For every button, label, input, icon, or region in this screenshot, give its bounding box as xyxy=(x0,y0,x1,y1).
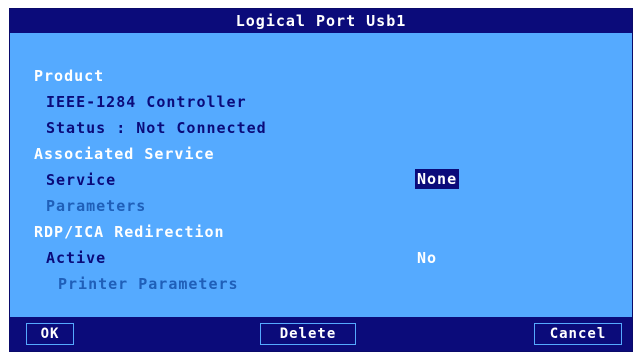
product-status-text: Status : Not Connected xyxy=(46,119,267,137)
delete-button[interactable]: Delete xyxy=(260,323,356,345)
service-value-selected[interactable]: None xyxy=(415,169,460,189)
dialog-footer: OK Delete Cancel xyxy=(10,317,632,351)
product-section-label: Product xyxy=(34,67,105,85)
parameters-label: Parameters xyxy=(46,197,147,215)
product-device-name: IEEE-1284 Controller xyxy=(46,93,247,111)
ok-button[interactable]: OK xyxy=(26,323,74,345)
logical-port-dialog: Logical Port Usb1 Product IEEE-1284 Cont… xyxy=(9,8,633,352)
active-value[interactable]: No xyxy=(417,249,437,267)
service-label: Service xyxy=(46,171,117,189)
service-value-field[interactable]: None xyxy=(415,169,460,189)
dialog-title: Logical Port Usb1 xyxy=(10,9,632,33)
active-label: Active xyxy=(46,249,107,267)
dialog-content: Product IEEE-1284 Controller Status : No… xyxy=(10,33,632,319)
associated-service-section-label: Associated Service xyxy=(34,145,215,163)
redirection-section-label: RDP/ICA Redirection xyxy=(34,223,225,241)
printer-parameters-label: Printer Parameters xyxy=(58,275,239,293)
cancel-button[interactable]: Cancel xyxy=(534,323,622,345)
